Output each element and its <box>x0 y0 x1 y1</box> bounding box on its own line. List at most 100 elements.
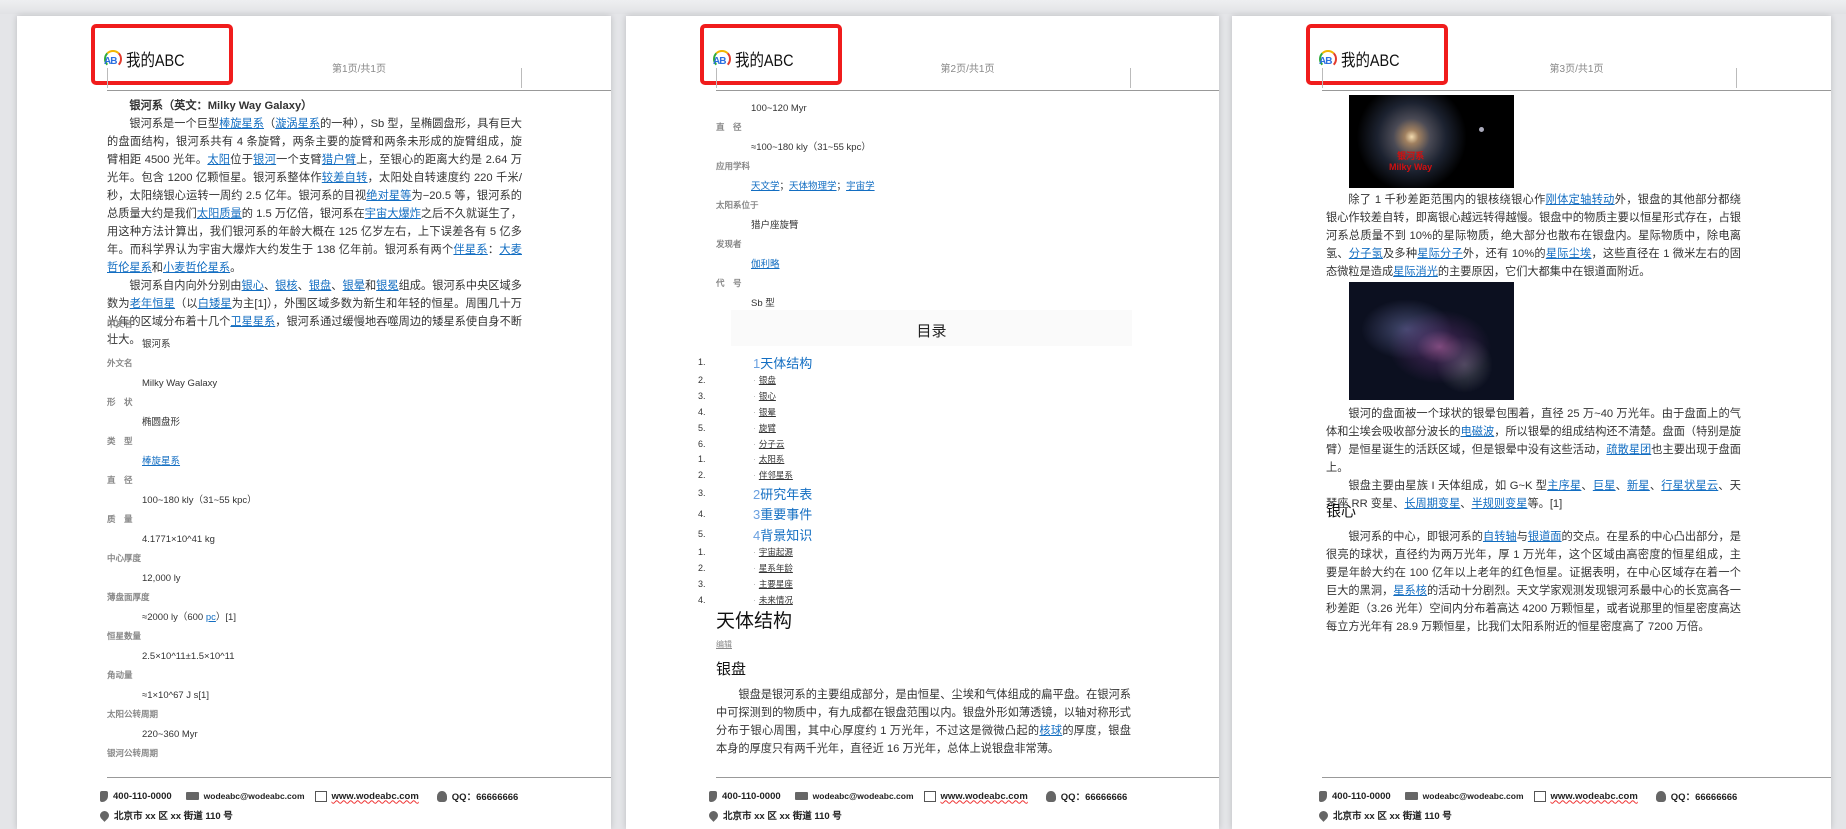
table-of-contents: 1. 1天体结构 2. · 银盘 3. · 银心 4. · 银晕 5. · 旋臂 6. · 分子云 1. · 太阳系 2… <box>626 352 1146 608</box>
toc-item[interactable]: 4. · 未来情况 <box>626 592 1146 608</box>
wiki-link[interactable]: 银核 <box>275 280 297 292</box>
toc-item[interactable]: 1. · 太阳系 <box>626 451 1146 467</box>
wiki-link[interactable]: 太阳质量 <box>197 208 242 220</box>
wiki-link[interactable]: 宇宙大爆炸 <box>365 208 421 220</box>
toc-link[interactable]: 重要事件 <box>760 507 812 522</box>
info-label: 太阳公转周期 <box>107 709 159 719</box>
paragraph: 银河的盘面被一个球状的银晕包围着，直径 25 万~40 万光年。由于盘面上的气体… <box>1326 408 1741 474</box>
toc-number: 5. <box>698 529 706 540</box>
info-value: ≈1×10^67 J s[1] <box>142 689 209 701</box>
wiki-link[interactable]: 核球 <box>1039 725 1062 737</box>
wiki-link[interactable]: 分子氢 <box>1349 248 1383 260</box>
toc-link[interactable]: 银心 <box>759 391 776 401</box>
phone-icon <box>709 790 717 802</box>
paragraph: 银盘是银河系的主要组成部分，是由恒星、尘埃和气体组成的扁平盘。在银河系中可探测到… <box>716 689 1131 755</box>
toc-item[interactable]: 1. · 宇宙起源 <box>626 545 1146 561</box>
monitor-icon <box>1533 790 1546 802</box>
wiki-link[interactable]: 主序星 <box>1547 480 1581 492</box>
wiki-link[interactable]: pc <box>206 612 216 623</box>
toc-link[interactable]: 银盘 <box>759 375 776 385</box>
toc-item[interactable]: 4. 3重要事件 <box>626 504 1146 525</box>
wiki-link[interactable]: 漩涡星系 <box>275 118 320 130</box>
wiki-link[interactable]: 老年恒星 <box>130 298 175 310</box>
toc-link[interactable]: 银晕 <box>759 407 776 417</box>
toc-item[interactable]: 2. · 伴邻星系 <box>626 467 1146 483</box>
paragraph: 银河系是一个巨型棒旋星系（漩涡星系的一种），Sb 型，呈椭圆盘形，具有巨大的盘面… <box>107 118 522 274</box>
wiki-link[interactable]: 天文学 <box>751 181 780 192</box>
toc-link[interactable]: 伴邻星系 <box>759 470 793 480</box>
info-label: 银河公转周期 <box>107 748 159 758</box>
wiki-link[interactable]: 银道面 <box>1528 531 1562 543</box>
wiki-link[interactable]: 银盘 <box>309 280 331 292</box>
page-1: AB 我的ABC 第1页/共1页 银河系（英文：Milky Way Galaxy）… <box>17 16 611 829</box>
toc-item[interactable]: 3. · 主要星座 <box>626 576 1146 592</box>
toc-link[interactable]: 背景知识 <box>760 528 812 543</box>
wiki-link[interactable]: 猎户臂 <box>322 154 356 166</box>
wiki-link[interactable]: 星际消光 <box>1393 266 1438 278</box>
qq-icon <box>1045 790 1056 802</box>
wiki-link[interactable]: 棒旋星系 <box>219 118 264 130</box>
info-label: 质 量 <box>107 514 133 524</box>
toc-link[interactable]: 分子云 <box>759 439 785 449</box>
toc-link[interactable]: 天体结构 <box>760 356 812 371</box>
toc-link[interactable]: 星系年龄 <box>759 563 793 573</box>
wiki-link[interactable]: 疏散星团 <box>1606 444 1651 456</box>
wiki-link[interactable]: 半规则变星 <box>1471 498 1527 510</box>
qq-icon <box>1655 790 1666 802</box>
info-label <box>716 79 1131 99</box>
wiki-link[interactable]: 刚体定轴转动 <box>1546 194 1615 206</box>
toc-item[interactable]: 3. · 银心 <box>626 388 1146 404</box>
edit-link[interactable]: 编辑 <box>716 639 732 650</box>
wiki-link[interactable]: 星系核 <box>1393 585 1427 597</box>
wiki-link[interactable]: 棒旋星系 <box>142 456 180 467</box>
wiki-link[interactable]: 长周期变星 <box>1404 498 1460 510</box>
wiki-link[interactable]: 伽利略 <box>751 259 780 270</box>
toc-link[interactable]: 旋臂 <box>759 423 776 433</box>
toc-item[interactable]: 5. · 旋臂 <box>626 420 1146 436</box>
wiki-link[interactable]: 星际尘埃 <box>1546 248 1592 260</box>
toc-link[interactable]: 宇宙起源 <box>759 547 793 557</box>
info-label: 外文名 <box>107 358 133 368</box>
toc-link[interactable]: 未来情况 <box>759 595 793 605</box>
toc-item[interactable]: 1. 1天体结构 <box>626 352 1146 373</box>
wiki-link[interactable]: 伴星系 <box>453 244 487 256</box>
wiki-link[interactable]: 星际分子 <box>1417 248 1463 260</box>
wiki-link[interactable]: 宇宙学 <box>846 181 875 192</box>
toc-item[interactable]: 5. 4背景知识 <box>626 524 1146 545</box>
wiki-link[interactable]: 电磁波 <box>1461 426 1495 438</box>
toc-item[interactable]: 4. · 银晕 <box>626 404 1146 420</box>
footer-divider <box>716 777 1219 778</box>
toc-item[interactable]: 6. · 分子云 <box>626 436 1146 452</box>
wiki-link[interactable]: 天体物理学 <box>789 181 837 192</box>
toc-number: 2. <box>698 470 706 481</box>
wiki-link[interactable]: 行星状星云 <box>1661 480 1718 492</box>
wiki-link[interactable]: 新星 <box>1627 480 1650 492</box>
wiki-link[interactable]: 白矮星 <box>198 298 232 310</box>
toc-link[interactable]: 研究年表 <box>760 487 812 502</box>
wiki-link[interactable]: 较差自转 <box>322 172 368 184</box>
toc-link[interactable]: 主要星座 <box>759 579 793 589</box>
toc-item[interactable]: 3. 2研究年表 <box>626 483 1146 504</box>
info-label: 形 状 <box>107 397 133 407</box>
wiki-link[interactable]: 银河 <box>253 154 276 166</box>
info-value: 银河系 <box>142 338 171 350</box>
info-list: 中文名 银河系 外文名 Milky Way Galaxy 形 状椭圆盘形类 型棒旋星系直… <box>107 315 522 783</box>
wiki-link[interactable]: 自转轴 <box>1483 531 1517 543</box>
wiki-link[interactable]: 绝对星等 <box>366 190 411 202</box>
info-label: 薄盘面厚度 <box>107 592 150 602</box>
wiki-link[interactable]: 银心 <box>242 280 264 292</box>
wiki-link[interactable]: 银冕 <box>376 280 398 292</box>
page-3: AB 我的ABC 第3页/共1页 银河系 Milky Way 除了 1 千秒差距范围… <box>1232 16 1831 829</box>
wiki-link[interactable]: 巨星 <box>1593 480 1616 492</box>
info-label: 应用学科 <box>716 161 751 171</box>
window-top-strip <box>0 0 1846 14</box>
info-value: 猎户座旋臂 <box>751 219 799 231</box>
toc-link[interactable]: 太阳系 <box>759 454 785 464</box>
toc-item[interactable]: 2. · 银盘 <box>626 373 1146 389</box>
wiki-link[interactable]: 太阳 <box>207 154 230 166</box>
info-value: 天文学；天体物理学；宇宙学 <box>751 180 875 192</box>
toc-item[interactable]: 2. · 星系年龄 <box>626 560 1146 576</box>
wiki-link[interactable]: 小麦哲伦星系 <box>163 262 230 274</box>
paragraph: 银河系的中心，即银河系的自转轴与银道面的交点。在星系的中心凸出部分，是很亮的球状… <box>1326 531 1741 633</box>
wiki-link[interactable]: 银晕 <box>343 280 365 292</box>
